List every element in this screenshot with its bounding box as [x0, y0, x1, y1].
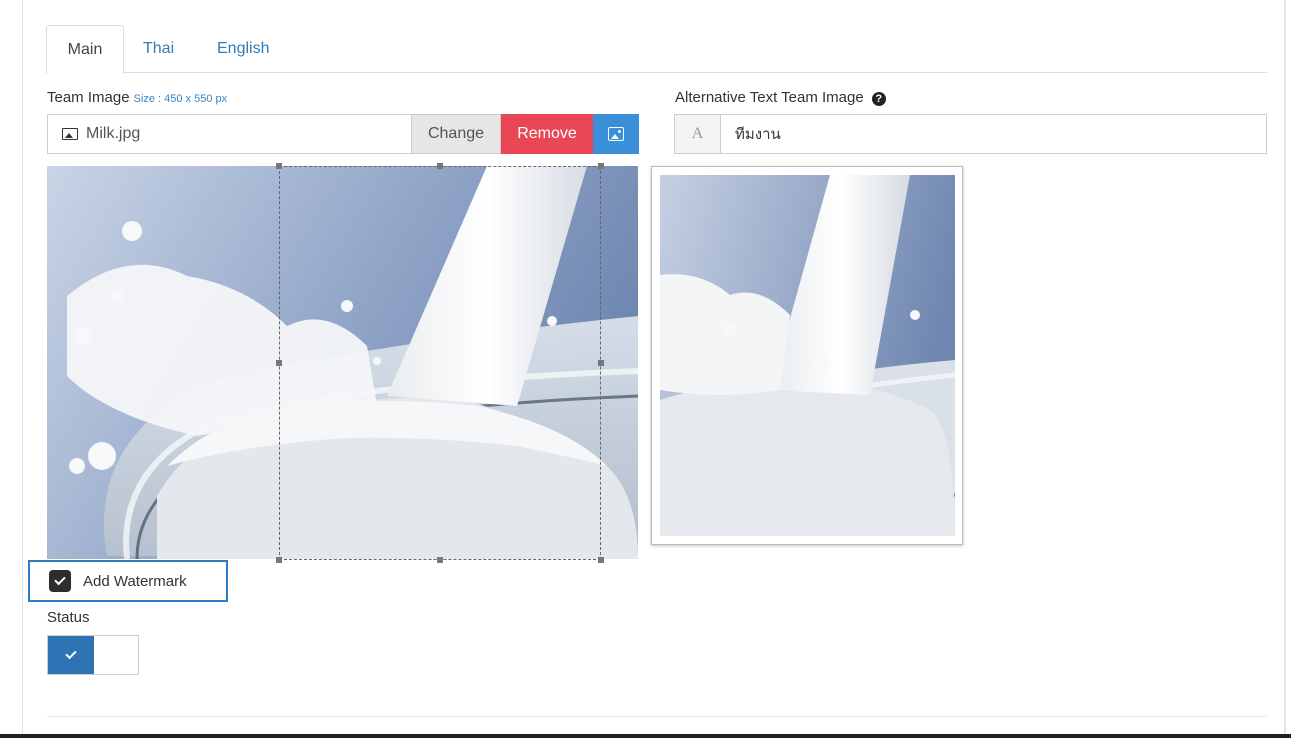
crop-handle[interactable]	[437, 557, 443, 563]
toggle-on-indicator	[48, 636, 94, 674]
alt-text-input[interactable]	[721, 115, 1266, 153]
status-label: Status	[47, 609, 90, 626]
change-button[interactable]: Change	[411, 114, 501, 154]
file-input-group: Milk.jpg Change Remove	[47, 114, 639, 154]
crop-selection[interactable]	[276, 163, 604, 563]
alt-text-input-group: A	[674, 114, 1267, 154]
crop-handle[interactable]	[276, 360, 282, 366]
picture-icon	[608, 127, 624, 141]
bottom-border	[0, 734, 1291, 738]
team-image-label: Team Image	[47, 89, 130, 106]
toggle-off-area	[94, 636, 138, 674]
preview-image-wrapper	[660, 175, 955, 536]
status-toggle[interactable]	[47, 635, 139, 675]
alt-text-label: Alternative Text Team Image	[675, 89, 864, 106]
crop-handle[interactable]	[598, 163, 604, 169]
file-name: Milk.jpg	[86, 125, 141, 142]
tab-thai[interactable]: Thai	[143, 25, 174, 74]
alt-text-label-row: Alternative Text Team Image?	[675, 89, 886, 106]
size-note: Size : 450 x 550 px	[133, 93, 228, 105]
team-image-label-row: Team Image Size : 450 x 550 px	[47, 89, 227, 106]
tab-main[interactable]: Main	[46, 25, 124, 74]
language-tabs: Main Thai English	[46, 25, 1267, 74]
check-icon	[65, 647, 77, 660]
preview-image	[660, 175, 955, 536]
divider	[47, 716, 1267, 717]
crop-handle[interactable]	[437, 163, 443, 169]
add-watermark-label: Add Watermark	[83, 572, 187, 590]
scroll-edge	[1284, 0, 1286, 738]
crop-image-button[interactable]	[593, 114, 639, 154]
remove-button[interactable]: Remove	[501, 114, 593, 154]
question-circle-icon[interactable]: ?	[871, 92, 886, 106]
check-icon	[54, 573, 66, 586]
crop-handle[interactable]	[598, 360, 604, 366]
crop-preview	[651, 166, 963, 545]
file-name-field[interactable]: Milk.jpg	[47, 114, 411, 154]
font-icon: A	[675, 115, 721, 153]
checkbox-checked-icon[interactable]	[49, 570, 71, 592]
image-icon	[62, 128, 78, 140]
crop-handle[interactable]	[598, 557, 604, 563]
crop-handle[interactable]	[276, 163, 282, 169]
tab-english[interactable]: English	[217, 25, 269, 74]
crop-handle[interactable]	[276, 557, 282, 563]
add-watermark-checkbox[interactable]: Add Watermark	[28, 560, 228, 602]
